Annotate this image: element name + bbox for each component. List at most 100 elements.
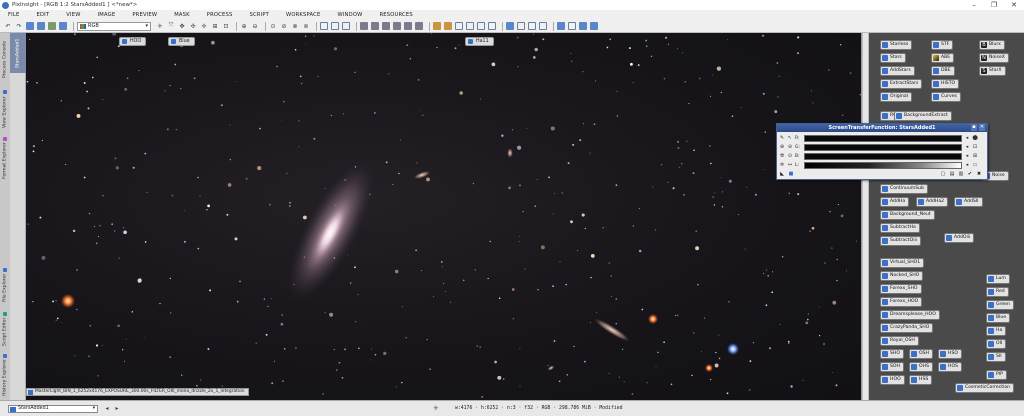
process-icon-virtual-sho1[interactable]: Virtual_SHO1 (880, 258, 925, 268)
process-icon-sii[interactable]: SII (986, 352, 1006, 362)
vertical-scrollbar[interactable] (861, 33, 869, 400)
stf-zoom-in-icon[interactable]: ⊕ (779, 144, 785, 150)
stf-zoom-out-icon[interactable]: ⊖ (787, 144, 793, 150)
monitor-icon[interactable] (506, 22, 514, 30)
process-icon-dreamsplease-hoo[interactable]: Dreamsplease_HOO (880, 310, 940, 320)
tile-windows-icon[interactable] (590, 22, 598, 30)
process-icon-backgroundextract[interactable]: BackgroundExtract (894, 111, 952, 121)
process-icon-subtractoiii[interactable]: SubtractOiii (880, 236, 922, 246)
process-icon-abe[interactable]: ABE (931, 53, 955, 63)
process-icon-lum[interactable]: Lum (986, 274, 1010, 284)
tab-script-editor[interactable]: Script Editor (0, 309, 10, 349)
stf-slider-b[interactable] (804, 152, 962, 160)
process-icon-nocked-sho[interactable]: Nocked_SHO (880, 271, 924, 281)
duplicate-icon[interactable] (59, 22, 67, 30)
menu-script[interactable]: SCRIPT (249, 12, 269, 18)
process-icon-forexx-hoo[interactable]: Forexx_HOO (880, 297, 923, 307)
full-screen-icon[interactable] (568, 22, 576, 30)
stf-reset-icon[interactable]: ◂ (964, 144, 970, 150)
zoom-4-1-icon[interactable]: ⊚ (302, 22, 310, 30)
process-icon-starless[interactable]: Starless (880, 40, 913, 50)
redo-icon[interactable]: ↷ (15, 22, 23, 30)
previous-view-icon[interactable]: ◂ (103, 405, 111, 413)
stf-shade-button[interactable]: ▪ (971, 124, 977, 131)
zoom-1-1-icon[interactable]: ⊙ (269, 22, 277, 30)
enable-mask-icon[interactable] (393, 22, 401, 30)
fit-view-icon[interactable]: ⊞ (211, 22, 219, 30)
image-icon-blue[interactable]: Blue (168, 37, 195, 46)
console-icon[interactable] (477, 22, 485, 30)
view-select[interactable]: StarsAdded1 ▾ (8, 405, 98, 413)
apply-global-icon[interactable]: ■ (788, 171, 794, 177)
crosshair-icon[interactable]: ✛ (156, 22, 164, 30)
menu-preview[interactable]: PREVIEW (132, 12, 157, 18)
browse-doc-icon[interactable]: ▢ (940, 171, 946, 177)
process-icon-addoiii[interactable]: AddOiii (944, 233, 975, 243)
stf-title-bar[interactable]: ScreenTransferFunction: StarsAdded1 ▪ ✕ (777, 124, 987, 132)
stf-slider-g[interactable] (804, 143, 962, 151)
process-icon-ohs[interactable]: OHS (909, 362, 933, 372)
process-icon-blue[interactable]: Blue (986, 313, 1011, 323)
stf-reset-icon[interactable]: ◂ (964, 153, 970, 159)
zoom-1-2-icon[interactable]: ⊘ (280, 22, 288, 30)
mask-color-icon[interactable] (415, 22, 423, 30)
next-view-icon[interactable]: ▸ (113, 405, 121, 413)
process-icon-original[interactable]: Original (880, 92, 912, 102)
image-viewport[interactable]: HOO Blue Ha11 MasterLight_BIN_1_6252x417… (26, 33, 861, 400)
process-icon-addsii[interactable]: AddSII (954, 197, 983, 207)
script-icon[interactable] (488, 22, 496, 30)
tab-process-console[interactable]: Process Console (0, 35, 10, 83)
stf-window[interactable]: ScreenTransferFunction: StarsAdded1 ▪ ✕ … (776, 123, 988, 180)
process-icon-starx[interactable]: S StarX (979, 66, 1006, 76)
stf-grid-icon[interactable]: ⊞ (972, 153, 978, 159)
tab-history-explorer[interactable]: History Explorer (0, 353, 10, 397)
process-icon-red[interactable]: Red (986, 287, 1009, 297)
stf-edit-icon[interactable]: ✎ (779, 135, 785, 141)
menu-window[interactable]: WINDOW (337, 12, 362, 18)
new-image-icon[interactable] (48, 22, 56, 30)
process-icon-soh[interactable]: SOH (880, 362, 904, 372)
image-icon-ha11[interactable]: Ha11 (465, 37, 494, 46)
process-icon-addstars[interactable]: AddStars (880, 66, 915, 76)
stf-slider-r[interactable] (804, 134, 962, 142)
remove-mask-icon[interactable] (404, 22, 412, 30)
close-button[interactable]: ✕ (1004, 0, 1024, 10)
stf-expand-icon[interactable]: ↔ (787, 162, 793, 168)
process-icon-addha[interactable]: AddHa (880, 197, 910, 207)
stf-zoom-1-icon[interactable]: ⊙ (787, 153, 793, 159)
stf-track-icon[interactable]: ⊡ (972, 144, 978, 150)
workspace-icon[interactable] (579, 22, 587, 30)
zoom-in-icon[interactable]: ⊕ (240, 22, 248, 30)
reset-icon[interactable]: ✖ (976, 171, 982, 177)
process-icon-dbe[interactable]: DBE (931, 66, 955, 76)
stf-link-icon[interactable] (539, 22, 547, 30)
channel-select[interactable]: RGB ▾ (77, 21, 151, 31)
process-icon-oii[interactable]: OII (986, 339, 1007, 349)
stf-link-icon[interactable]: ⬤ (972, 135, 978, 141)
tab-view-explorer[interactable]: View Explorer (0, 85, 10, 133)
preview-icon[interactable] (320, 22, 328, 30)
menu-file[interactable]: FILE (8, 12, 19, 18)
scrollbar-thumb[interactable] (863, 33, 868, 400)
stf-reset-icon[interactable] (528, 22, 536, 30)
menu-mask[interactable]: MASK (174, 12, 190, 18)
track-view-icon[interactable]: ▤ (949, 171, 955, 177)
new-preview-icon[interactable] (331, 22, 339, 30)
zoom-out-icon[interactable]: ⊖ (251, 22, 259, 30)
save-icon[interactable] (37, 22, 45, 30)
process-icon-blurx[interactable]: B Blurx (979, 40, 1005, 50)
process-icon-curves[interactable]: Curves (931, 92, 961, 102)
move-icon[interactable]: ✣ (189, 22, 197, 30)
zoom-2-1-icon[interactable]: ⊗ (291, 22, 299, 30)
image-icon-hoo[interactable]: HOO (119, 37, 147, 46)
minimize-button[interactable]: – (964, 0, 984, 10)
process-icon-royal-osh[interactable]: Royal_OSH (880, 336, 919, 346)
readout-icon[interactable]: ⊡ (222, 22, 230, 30)
stf-pointer-icon[interactable]: ↖ (787, 135, 793, 141)
process-icon-noisex[interactable]: N NoiseX (979, 53, 1009, 63)
process-icon-hso[interactable]: HSO (938, 349, 962, 359)
menu-resources[interactable]: RESOURCES (379, 12, 412, 18)
invert-mask-icon[interactable] (382, 22, 390, 30)
process-icon-hss[interactable]: HSS (909, 375, 933, 385)
history-icon[interactable] (466, 22, 474, 30)
